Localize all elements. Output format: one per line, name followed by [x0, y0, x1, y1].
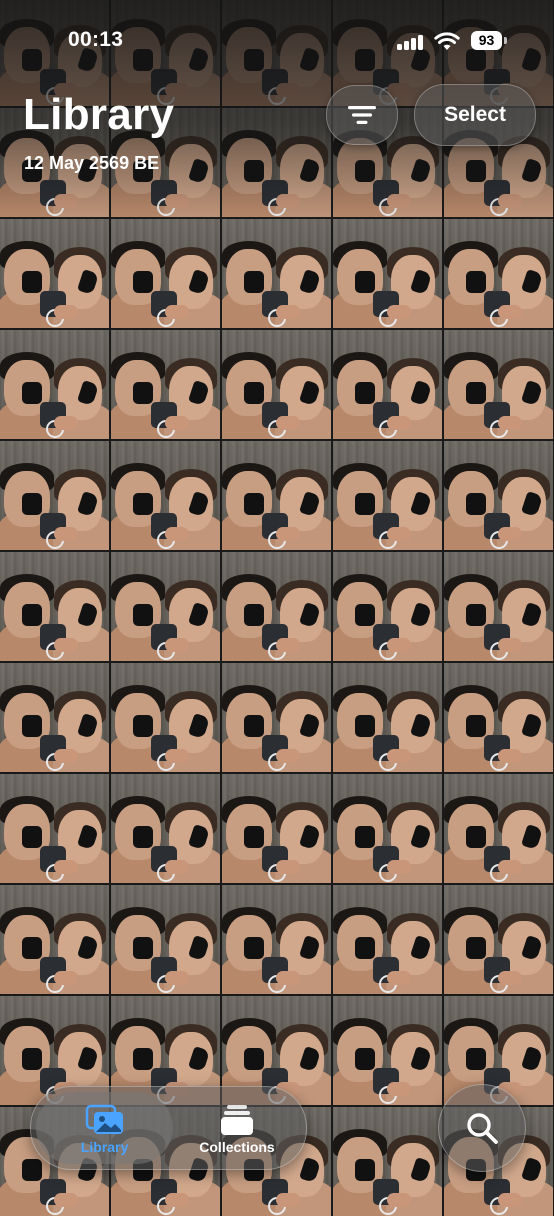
photo-thumbnail[interactable] — [111, 552, 220, 661]
tab-collections-label: Collections — [199, 1139, 275, 1155]
tab-library-label: Library — [80, 1139, 129, 1155]
photo-thumbnail[interactable] — [444, 441, 553, 550]
photo-thumbnail[interactable] — [222, 330, 331, 439]
photo-thumbnail[interactable] — [111, 219, 220, 328]
photo-thumbnail[interactable] — [333, 663, 442, 772]
battery-level: 93 — [471, 31, 502, 50]
photo-thumbnail[interactable] — [444, 774, 553, 883]
collections-stack-icon — [221, 1105, 253, 1135]
photo-thumbnail[interactable] — [333, 441, 442, 550]
photo-thumbnail[interactable] — [222, 774, 331, 883]
photo-thumbnail[interactable] — [333, 774, 442, 883]
photo-thumbnail[interactable] — [222, 441, 331, 550]
photo-thumbnail[interactable] — [333, 552, 442, 661]
photo-thumbnail[interactable] — [111, 441, 220, 550]
photo-thumbnail[interactable] — [333, 330, 442, 439]
photo-thumbnail[interactable] — [333, 885, 442, 994]
photo-thumbnail[interactable] — [222, 108, 331, 217]
photo-thumbnail[interactable] — [222, 219, 331, 328]
photo-thumbnail[interactable] — [111, 774, 220, 883]
photo-thumbnail[interactable] — [222, 552, 331, 661]
photo-thumbnail[interactable] — [333, 219, 442, 328]
search-button[interactable] — [438, 1084, 526, 1172]
photo-thumbnail[interactable] — [0, 441, 109, 550]
tab-collections[interactable]: Collections — [173, 1092, 301, 1164]
photo-thumbnail[interactable] — [0, 663, 109, 772]
photo-thumbnail[interactable] — [111, 330, 220, 439]
photo-thumbnail[interactable] — [333, 996, 442, 1105]
wifi-icon — [434, 32, 460, 50]
cellular-signal-icon — [397, 34, 425, 50]
sort-lines-icon — [348, 106, 376, 124]
photo-thumbnail[interactable] — [0, 552, 109, 661]
photo-thumbnail[interactable] — [0, 885, 109, 994]
photo-library-icon — [85, 1104, 123, 1134]
page-title: Library — [23, 90, 175, 139]
photo-thumbnail[interactable] — [111, 885, 220, 994]
photo-thumbnail[interactable] — [444, 219, 553, 328]
photo-grid — [0, 0, 554, 1216]
photo-thumbnail[interactable] — [444, 552, 553, 661]
select-button[interactable]: Select — [414, 84, 536, 146]
photo-thumbnail[interactable] — [444, 885, 553, 994]
sort-filter-button[interactable] — [326, 85, 398, 145]
photo-thumbnail[interactable] — [222, 885, 331, 994]
photo-thumbnail[interactable] — [222, 663, 331, 772]
tab-bar: Library Collections — [30, 1086, 307, 1170]
photo-thumbnail[interactable] — [444, 663, 553, 772]
photo-thumbnail[interactable] — [0, 219, 109, 328]
photo-thumbnail[interactable] — [0, 330, 109, 439]
status-bar: 00:13 93 — [0, 0, 554, 80]
status-time: 00:13 — [68, 28, 124, 51]
battery-icon: 93 — [471, 31, 507, 51]
photo-thumbnail[interactable] — [444, 330, 553, 439]
photo-thumbnail[interactable] — [0, 774, 109, 883]
photo-thumbnail[interactable] — [111, 663, 220, 772]
tab-library[interactable]: Library — [36, 1092, 173, 1164]
section-date: 12 May 2569 BE — [24, 153, 160, 173]
magnifier-icon — [467, 1113, 498, 1144]
